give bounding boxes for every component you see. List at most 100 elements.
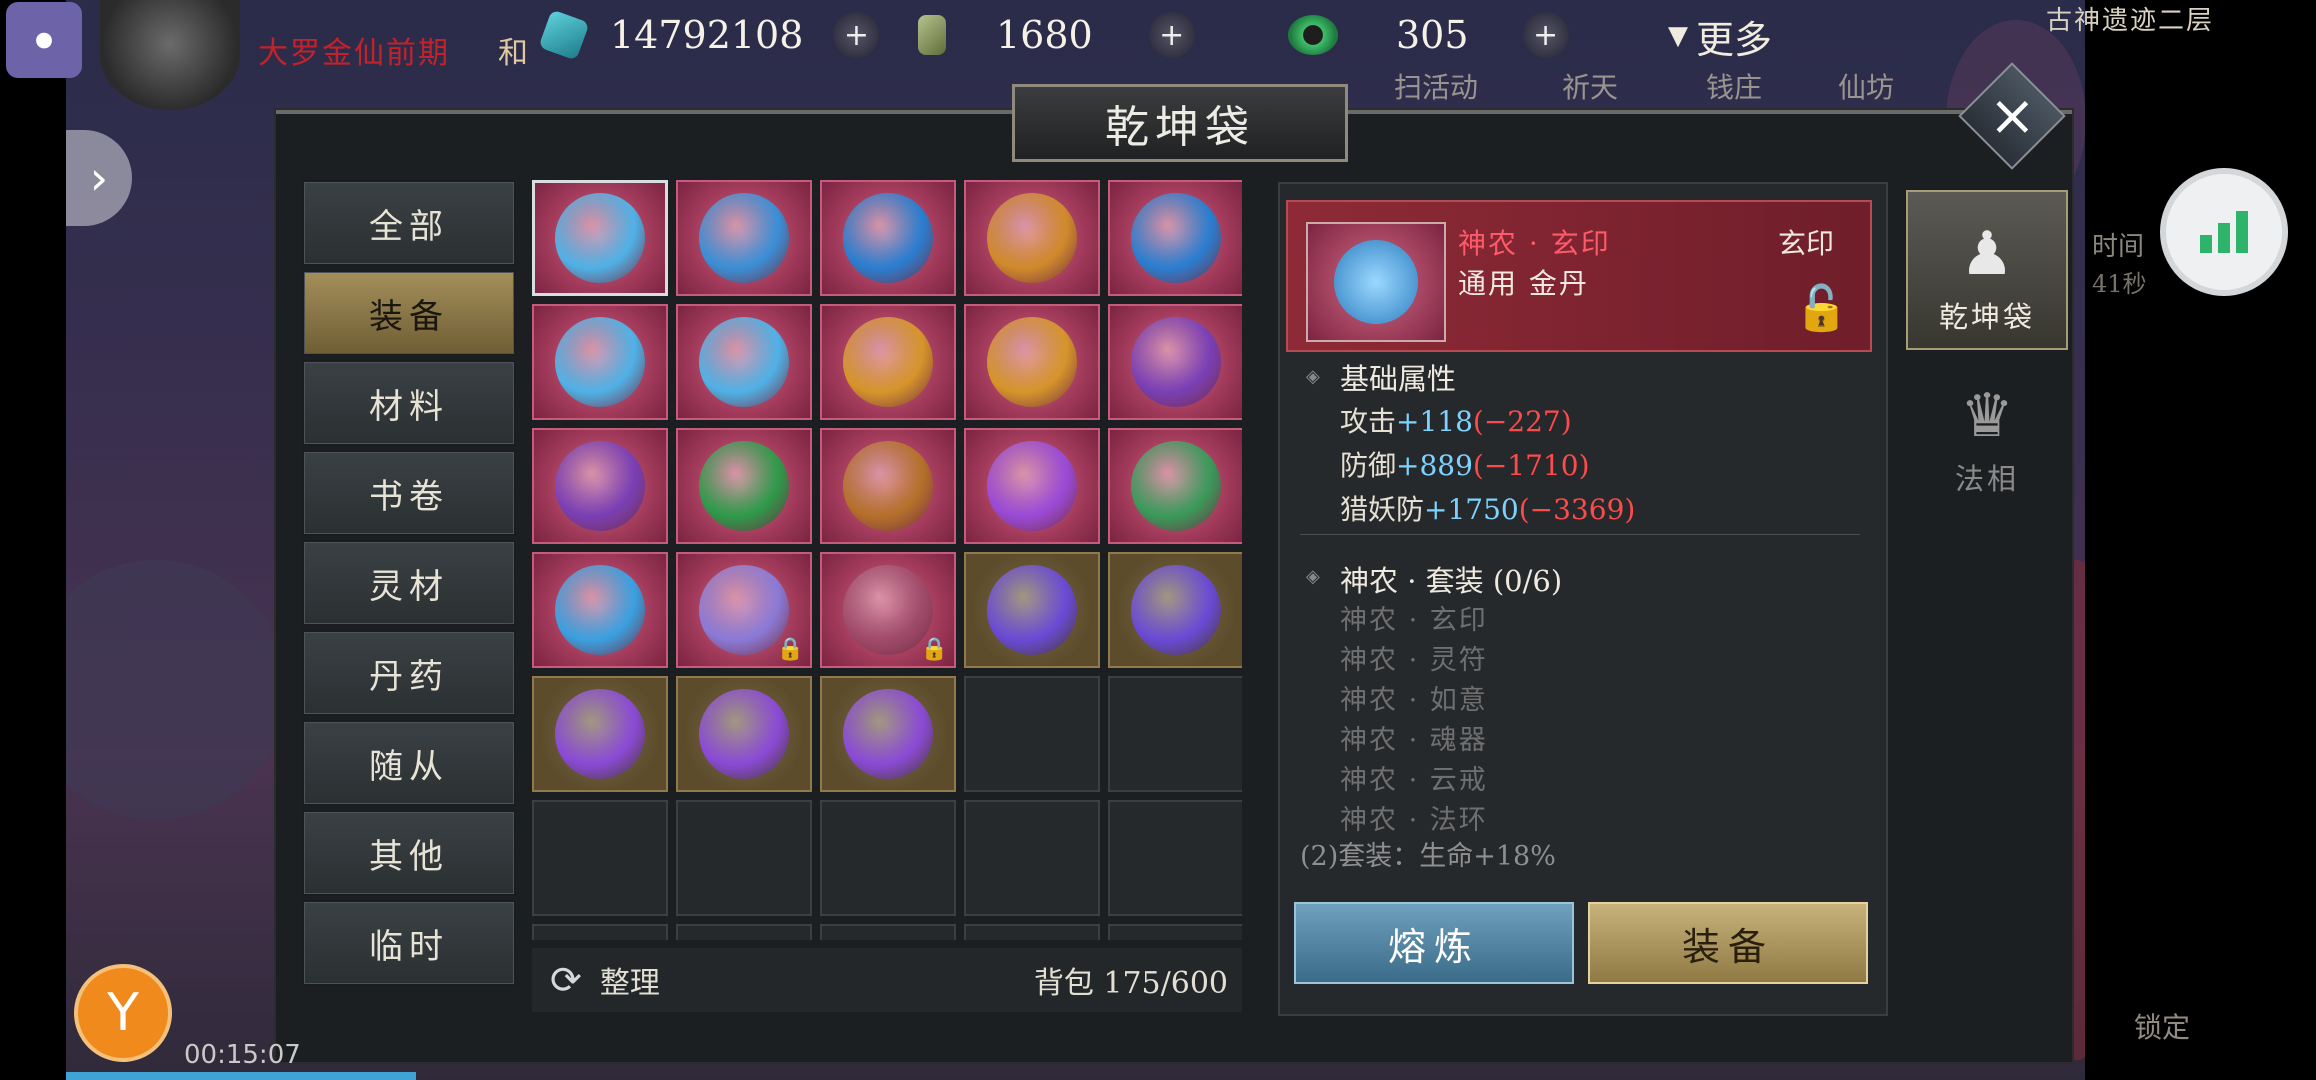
empty-slot[interactable]	[676, 800, 812, 916]
item-slot[interactable]	[676, 180, 812, 296]
category-tab[interactable]: 随从	[302, 720, 516, 806]
menu-market[interactable]: 仙坊	[1838, 66, 1894, 106]
more-label: 更多	[1696, 17, 1773, 62]
zone-name: 古神遗迹二层	[2046, 6, 2215, 36]
side-tab-bag[interactable]: ♟ 乾坤袋	[1906, 190, 2068, 350]
more-menu-button[interactable]: ▼ 更多	[1668, 8, 1772, 64]
jade-ring-icon	[1288, 15, 1338, 55]
dharma-icon: ♛	[1960, 381, 2014, 451]
item-slot[interactable]	[532, 180, 668, 296]
side-tab-bag-label: 乾坤袋	[1938, 300, 2035, 334]
bag-capacity: 背包 175/600	[1033, 966, 1228, 1001]
item-icon	[987, 441, 1077, 531]
set-item: 神农 · 如意	[1340, 685, 1488, 716]
item-subtitle: 通用 金丹	[1458, 267, 1589, 300]
item-icon	[843, 317, 933, 407]
item-slot[interactable]	[820, 304, 956, 420]
spirit-stone-value: 14792108	[610, 13, 804, 57]
menu-bank[interactable]: 钱庄	[1706, 66, 1762, 106]
item-slot[interactable]	[532, 304, 668, 420]
empty-slot[interactable]	[1108, 676, 1242, 792]
item-slot[interactable]	[820, 676, 956, 792]
item-slot[interactable]	[532, 428, 668, 544]
status-time: 00:15:07	[184, 1040, 301, 1070]
scene-decoration	[66, 560, 286, 820]
floating-assistant-icon[interactable]: Y	[74, 964, 172, 1062]
progress-bar	[66, 1072, 416, 1080]
item-slot[interactable]	[964, 552, 1100, 668]
seal-icon	[1334, 240, 1418, 324]
add-spirit-stone-button[interactable]: +	[833, 12, 880, 58]
network-signal-button[interactable]	[2160, 168, 2288, 296]
add-jade-token-button[interactable]: +	[1148, 12, 1195, 58]
item-slot[interactable]	[1108, 552, 1242, 668]
set-item: 神农 · 云戒	[1340, 765, 1488, 796]
item-slot[interactable]	[820, 180, 956, 296]
category-tab[interactable]: 灵材	[302, 540, 516, 626]
empty-slot[interactable]	[964, 800, 1100, 916]
set-bonus: (2)套装：生命+18%	[1300, 841, 1556, 872]
item-icon	[555, 317, 645, 407]
empty-slot[interactable]	[1108, 924, 1242, 940]
item-icon	[699, 689, 789, 779]
empty-slot[interactable]	[532, 800, 668, 916]
side-tab-dharma-label: 法相	[1954, 462, 2019, 496]
item-icon	[843, 193, 933, 283]
empty-slot[interactable]	[964, 924, 1100, 940]
sort-button[interactable]: 整理	[600, 958, 660, 1002]
unlock-icon[interactable]: 🔓	[1794, 282, 1849, 334]
item-slot[interactable]	[964, 428, 1100, 544]
empty-slot[interactable]	[532, 924, 668, 940]
item-slot[interactable]	[1108, 304, 1242, 420]
empty-slot[interactable]	[820, 800, 956, 916]
item-slot[interactable]	[676, 428, 812, 544]
item-icon	[843, 441, 933, 531]
item-slot[interactable]	[1108, 180, 1242, 296]
spirit-stone-icon	[538, 9, 590, 61]
item-icon	[555, 689, 645, 779]
stat-defense: 防御+889(−1710)	[1340, 449, 1590, 482]
lock-target-label[interactable]: 锁定	[2134, 1006, 2190, 1046]
category-tab[interactable]: 材料	[302, 360, 516, 446]
item-slot[interactable]: 🔒	[820, 552, 956, 668]
time-value: 41秒	[2092, 270, 2147, 298]
item-slot[interactable]: 🔒	[676, 552, 812, 668]
item-detail-icon	[1306, 222, 1446, 342]
item-slot[interactable]	[964, 304, 1100, 420]
empty-slot[interactable]	[964, 676, 1100, 792]
sort-icon[interactable]: ⟳	[550, 958, 582, 1002]
signal-bars-icon	[2200, 211, 2248, 253]
item-slot[interactable]	[532, 552, 668, 668]
empty-slot[interactable]	[676, 924, 812, 940]
category-tab[interactable]: 临时	[302, 900, 516, 986]
category-tab[interactable]: 其他	[302, 810, 516, 896]
item-icon	[987, 317, 1077, 407]
item-icon	[843, 689, 933, 779]
jade-token-value: 1680	[996, 13, 1093, 57]
item-slot[interactable]	[964, 180, 1100, 296]
panel-title-banner: 乾坤袋	[1012, 84, 1348, 162]
set-item: 神农 · 玄印	[1340, 605, 1488, 636]
item-slot[interactable]	[820, 428, 956, 544]
empty-slot[interactable]	[1108, 800, 1242, 916]
equip-button[interactable]: 装备	[1588, 902, 1868, 984]
empty-slot[interactable]	[820, 924, 956, 940]
item-name: 神农 · 玄印	[1458, 227, 1611, 260]
side-tab-dharma[interactable]: ♛ 法相	[1906, 358, 2068, 508]
menu-activity[interactable]: 扫活动	[1394, 66, 1478, 106]
item-slot[interactable]	[676, 304, 812, 420]
chevron-down-icon: ▼	[1668, 21, 1688, 51]
item-icon	[1131, 317, 1221, 407]
divider	[1300, 534, 1860, 535]
item-slot[interactable]	[1108, 428, 1242, 544]
category-tab[interactable]: 装备	[302, 270, 516, 356]
lock-icon: 🔒	[776, 637, 804, 662]
add-jade-ring-button[interactable]: +	[1522, 12, 1569, 58]
menu-pray[interactable]: 祈天	[1562, 66, 1618, 106]
category-tab[interactable]: 丹药	[302, 630, 516, 716]
category-tab[interactable]: 全部	[302, 180, 516, 266]
item-slot[interactable]	[676, 676, 812, 792]
category-tab[interactable]: 书卷	[302, 450, 516, 536]
smelt-button[interactable]: 熔炼	[1294, 902, 1574, 984]
item-slot[interactable]	[532, 676, 668, 792]
